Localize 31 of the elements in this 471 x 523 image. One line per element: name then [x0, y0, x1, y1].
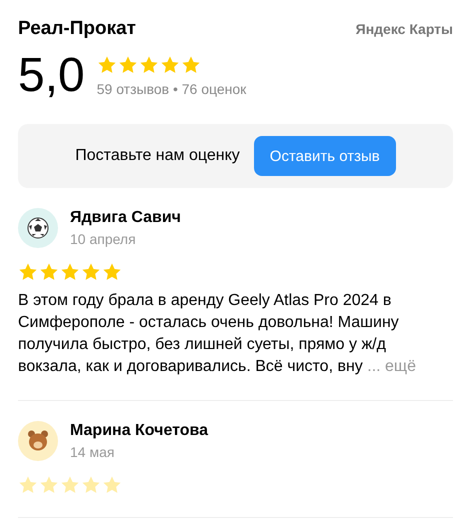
star-icon — [160, 55, 180, 75]
star-icon — [138, 55, 159, 75]
star-icon — [60, 262, 80, 282]
star-icon — [102, 262, 122, 282]
author-name: Ядвига Савич — [70, 209, 181, 227]
review-date: 10 апреля — [70, 231, 137, 247]
star-icon — [102, 475, 122, 495]
bear-avatar — [18, 421, 58, 461]
star-icon — [180, 55, 201, 75]
star-icon — [39, 262, 59, 282]
review-date: 14 мая — [70, 444, 116, 460]
star-icon — [96, 55, 117, 75]
star-icon — [39, 475, 59, 495]
star-icon — [60, 475, 80, 495]
soccer-ball-avatar — [18, 208, 58, 248]
separator-dot: • — [172, 81, 178, 97]
star-icon — [118, 55, 138, 75]
star-icon — [81, 475, 101, 495]
more-link[interactable]: ... ещё — [367, 358, 416, 375]
star-icon — [18, 262, 38, 282]
review-text: В этом году брала в аренду Geely Atlas Pro 2024 в Симферополе - осталась очень довольна! Машину получила быстро, без лишней суеты, прямо у ж/д вокзала, как и договаривались. Всё чисто, вну ... ещё — [18, 291, 417, 377]
company-title: Реал-Прокат — [18, 18, 136, 40]
author-name: Марина Кочетова — [70, 422, 208, 440]
reviews-count: 59 отзывов — [96, 81, 170, 97]
leave-review-button[interactable]: Оставить отзыв — [254, 136, 396, 176]
rate-prompt: Поставьте нам оценку — [75, 147, 240, 165]
brand-link[interactable]: Яндекс Карты — [356, 21, 453, 37]
star-icon — [81, 262, 101, 282]
rating-score: 5,0 — [18, 50, 85, 102]
ratings-count: 76 оценок — [182, 81, 246, 97]
star-icon — [18, 475, 38, 495]
